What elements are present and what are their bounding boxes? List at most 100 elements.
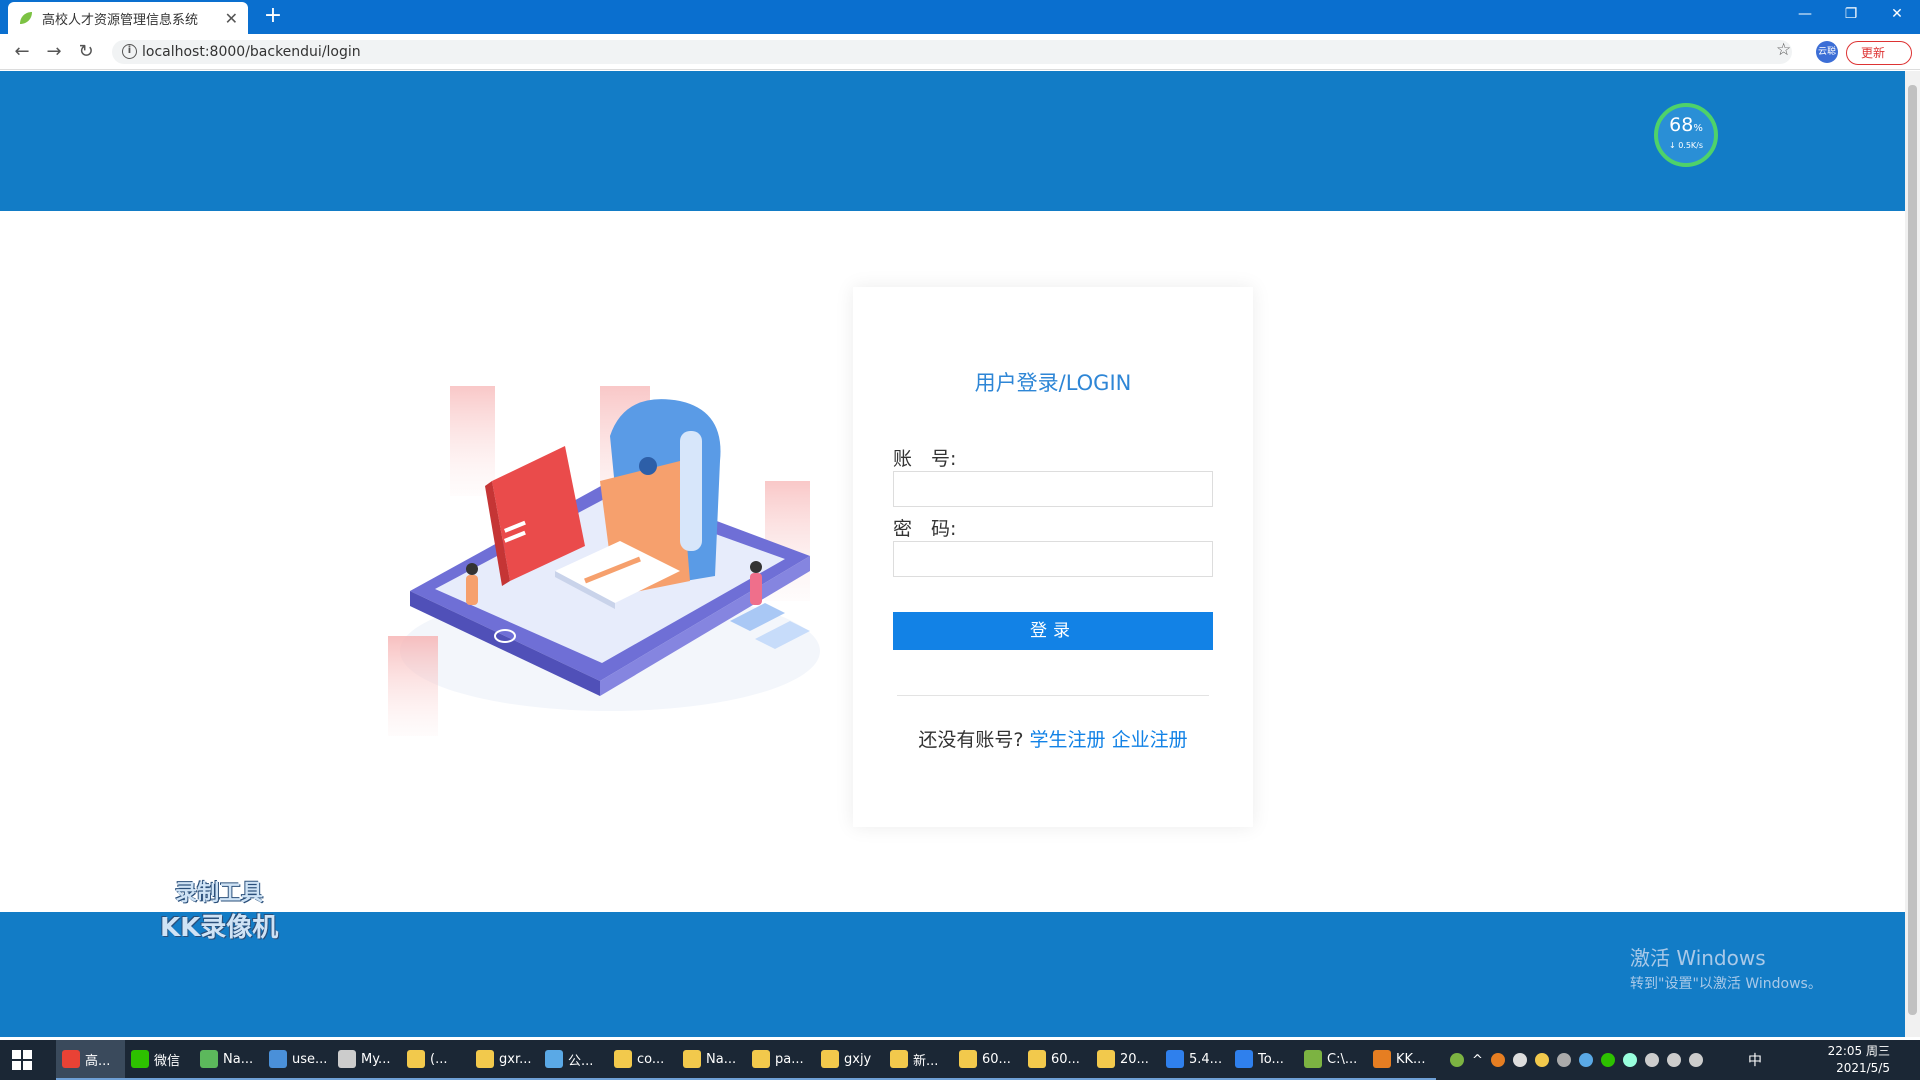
info-icon[interactable]: i	[122, 44, 137, 59]
ime-indicator[interactable]: 中	[1748, 1050, 1762, 1070]
taskbar-item[interactable]: 微信	[125, 1040, 194, 1080]
taskbar-item-label: 5.4...	[1189, 1051, 1223, 1067]
login-illustration	[380, 291, 840, 751]
page-scrollbar[interactable]	[1905, 71, 1920, 1037]
clock-time: 22:05 周三	[1827, 1044, 1890, 1058]
wifi-icon[interactable]	[1644, 1053, 1659, 1067]
taskbar-item[interactable]: Na...	[677, 1040, 746, 1080]
tray-app-icon[interactable]	[1556, 1053, 1571, 1067]
taskbar-item-label: Na...	[223, 1051, 254, 1067]
password-label: 密 码:	[893, 518, 957, 540]
taskbar-item-label: 高...	[85, 1053, 111, 1069]
taskbar-item-label: co...	[637, 1051, 665, 1067]
new-tab-button[interactable]: +	[260, 4, 286, 30]
profile-avatar[interactable]: 云聪	[1816, 41, 1838, 63]
taskbar-item[interactable]: gxr...	[470, 1040, 539, 1080]
register-prompt: 还没有账号? 学生注册 企业注册	[853, 725, 1253, 752]
tray-app-icon[interactable]	[1490, 1053, 1505, 1067]
cube-icon	[545, 1050, 563, 1068]
clock[interactable]: 22:05 周三 2021/5/5	[1820, 1043, 1890, 1077]
restore-icon[interactable]: ❐	[1828, 0, 1874, 30]
taskbar-items: 高... 微信 Na... use... My... (... gxr... 公... co..…	[56, 1040, 1436, 1080]
recorder-watermark: 录制工具 KK录像机	[160, 875, 278, 944]
back-icon[interactable]: ←	[10, 40, 34, 64]
tray-app-icon[interactable]	[1512, 1053, 1527, 1067]
taskbar-item[interactable]: co...	[608, 1040, 677, 1080]
student-register-link[interactable]: 学生注册	[1030, 729, 1106, 751]
tray-app-icon[interactable]	[1534, 1053, 1549, 1067]
windows-start-icon[interactable]	[12, 1050, 32, 1070]
taskbar-item[interactable]: use...	[263, 1040, 332, 1080]
minimize-icon[interactable]: —	[1782, 0, 1828, 30]
password-input[interactable]	[893, 541, 1213, 577]
taskbar-item-label: C:\...	[1327, 1051, 1358, 1067]
browser-tab-bar: 高校人才资源管理信息系统 ✕ + — ❐ ✕	[0, 0, 1920, 34]
battery-icon[interactable]	[1450, 1053, 1464, 1067]
taskbar-item[interactable]: Na...	[194, 1040, 263, 1080]
tray-expand-icon[interactable]: ^	[1472, 1053, 1483, 1068]
network-speed-widget[interactable]: 68% ↓ 0.5K/s	[1654, 103, 1718, 167]
taskbar-item[interactable]: 高...	[56, 1040, 125, 1080]
browser-tab[interactable]: 高校人才资源管理信息系统 ✕	[8, 2, 248, 34]
account-input[interactable]	[893, 471, 1213, 507]
taskbar-item-label: To...	[1258, 1051, 1284, 1067]
folder-icon	[476, 1050, 494, 1068]
taskbar-item[interactable]: pa...	[746, 1040, 815, 1080]
taskbar-item[interactable]: 60...	[953, 1040, 1022, 1080]
page-viewport: 68% ↓ 0.5K/s 用户登录/LOGIN 账 号: 密 码: 登录 还没有…	[0, 71, 1905, 1037]
taskbar-item-label: (...	[430, 1051, 448, 1067]
speed-percent-unit: %	[1693, 123, 1703, 134]
close-window-icon[interactable]: ✕	[1874, 0, 1920, 30]
folder-icon	[890, 1050, 908, 1068]
tab-close-icon[interactable]: ✕	[225, 9, 238, 28]
tray-app-icon[interactable]	[1600, 1053, 1615, 1067]
taskbar-item[interactable]: 5.4...	[1160, 1040, 1229, 1080]
leaf-icon	[18, 10, 34, 26]
forward-icon[interactable]: →	[42, 40, 66, 64]
taskbar-item[interactable]: 公...	[539, 1040, 608, 1080]
taskbar-item[interactable]: 20...	[1091, 1040, 1160, 1080]
update-button[interactable]: 更新	[1846, 41, 1912, 65]
taskbar-item-label: 新...	[913, 1053, 939, 1069]
login-title: 用户登录/LOGIN	[974, 371, 1132, 395]
volume-icon[interactable]	[1688, 1053, 1703, 1067]
url-field[interactable]: i localhost:8000/backendui/login	[112, 40, 1792, 64]
bookmark-star-icon[interactable]: ☆	[1776, 40, 1791, 60]
taskbar-item-label: gxr...	[499, 1051, 532, 1067]
company-register-link[interactable]: 企业注册	[1112, 729, 1188, 751]
network-icon[interactable]	[1666, 1053, 1681, 1067]
scrollbar-thumb[interactable]	[1908, 85, 1917, 1015]
chrome-icon	[62, 1050, 80, 1068]
taskbar-item-label: 60...	[982, 1051, 1011, 1067]
folder-icon	[752, 1050, 770, 1068]
login-button[interactable]: 登录	[893, 612, 1213, 650]
taskbar-item[interactable]: 新...	[884, 1040, 953, 1080]
wechat-tray-icon[interactable]	[1622, 1053, 1637, 1067]
speed-percent: 68	[1669, 114, 1694, 136]
taskbar-item-label: 60...	[1051, 1051, 1080, 1067]
taskbar-item[interactable]: C:\...	[1298, 1040, 1367, 1080]
taskbar-item[interactable]: 60...	[1022, 1040, 1091, 1080]
taskbar-item-label: gxjy	[844, 1051, 872, 1067]
taskbar-item[interactable]: To...	[1229, 1040, 1298, 1080]
url-text: localhost:8000/backendui/login	[142, 44, 361, 60]
taskbar-item[interactable]: KK...	[1367, 1040, 1436, 1080]
taskbar-item[interactable]: (...	[401, 1040, 470, 1080]
taskbar-item[interactable]: gxjy	[815, 1040, 884, 1080]
reload-icon[interactable]: ↻	[74, 40, 98, 64]
tray-app-icon[interactable]	[1578, 1053, 1593, 1067]
taskbar-item-label: My...	[361, 1051, 391, 1067]
todo-icon	[1235, 1050, 1253, 1068]
kk-icon	[1373, 1050, 1391, 1068]
taskbar-item[interactable]: My...	[332, 1040, 401, 1080]
folder-icon	[1097, 1050, 1115, 1068]
table-icon	[269, 1050, 287, 1068]
speed-rate: ↓ 0.5K/s	[1668, 141, 1704, 150]
page-footer	[0, 912, 1905, 1037]
folder-icon	[683, 1050, 701, 1068]
taskbar-item-label: 公...	[568, 1053, 594, 1069]
activate-line2: 转到"设置"以激活 Windows。	[1630, 976, 1822, 992]
watermark-line2: KK录像机	[160, 913, 279, 943]
register-prompt-text: 还没有账号?	[918, 729, 1024, 751]
terminal-icon	[1304, 1050, 1322, 1068]
